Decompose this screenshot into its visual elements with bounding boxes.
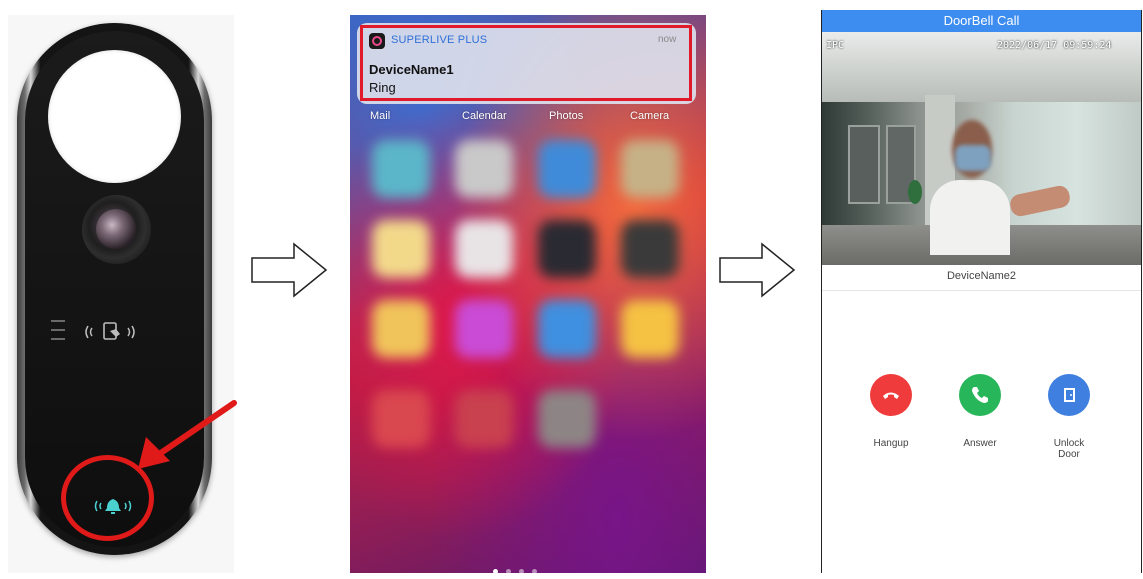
phone-answer-icon: [972, 387, 988, 403]
app-label-mail: Mail: [370, 110, 391, 122]
app-icon[interactable]: [372, 220, 430, 278]
video-face-mask: [955, 145, 991, 171]
app-icon[interactable]: [455, 140, 513, 198]
page-dot[interactable]: [506, 569, 511, 574]
doorbell-lens-inner: [96, 209, 136, 249]
app-icon[interactable]: [538, 220, 596, 278]
notification-time: now: [658, 34, 677, 45]
video-elevator-door: [848, 125, 880, 204]
page-dot[interactable]: [493, 569, 498, 574]
app-icon[interactable]: [372, 390, 430, 448]
app-icon[interactable]: [538, 390, 596, 448]
superlive-app-icon: [369, 33, 385, 49]
page-dot[interactable]: [519, 569, 524, 574]
app-icon[interactable]: [538, 300, 596, 358]
app-icon[interactable]: [621, 300, 679, 358]
page-indicator[interactable]: [493, 561, 563, 574]
divider: [822, 290, 1141, 291]
notification-title: DeviceName1: [369, 62, 454, 77]
app-icon[interactable]: [372, 300, 430, 358]
answer-button[interactable]: [959, 374, 1001, 416]
doorbell-speaker-grille: [51, 320, 65, 347]
call-header-title: DoorBell Call: [822, 10, 1141, 32]
phone-hangup-icon: [883, 392, 899, 399]
app-icon[interactable]: [455, 220, 513, 278]
video-person: [930, 180, 1010, 255]
red-pointer-arrow-icon: [138, 400, 237, 469]
call-device-name: DeviceName2: [946, 270, 1017, 282]
notification-body: Ring: [369, 80, 396, 95]
app-icon[interactable]: [372, 140, 430, 198]
notification-app-name: SUPERLIVE PLUS: [391, 34, 488, 46]
app-icon[interactable]: [621, 220, 679, 278]
app-label-calendar: Calendar: [462, 110, 507, 122]
answer-label: Answer: [963, 438, 997, 449]
app-label-camera: Camera: [630, 110, 670, 122]
door-icon: [1064, 388, 1075, 402]
doorbell-ring-light: [48, 50, 181, 183]
app-icon[interactable]: [621, 140, 679, 198]
unlock-door-label: Unlock Door: [1053, 438, 1085, 460]
unlock-door-button[interactable]: [1048, 374, 1090, 416]
app-label-photos: Photos: [549, 110, 584, 122]
app-icon[interactable]: [538, 140, 596, 198]
right-arrow-icon: [719, 242, 796, 298]
right-arrow-icon: [251, 242, 328, 298]
video-camera-label: IPC: [826, 40, 845, 51]
page-dot[interactable]: [532, 569, 537, 574]
nfc-card-icon: [80, 320, 144, 344]
hangup-button[interactable]: [870, 374, 912, 416]
app-icon[interactable]: [455, 390, 513, 448]
video-plant: [908, 180, 922, 204]
app-icon[interactable]: [455, 300, 513, 358]
hangup-label: Hangup: [873, 438, 909, 449]
video-timestamp: 2022/06/17 09:59:24: [997, 40, 1112, 51]
